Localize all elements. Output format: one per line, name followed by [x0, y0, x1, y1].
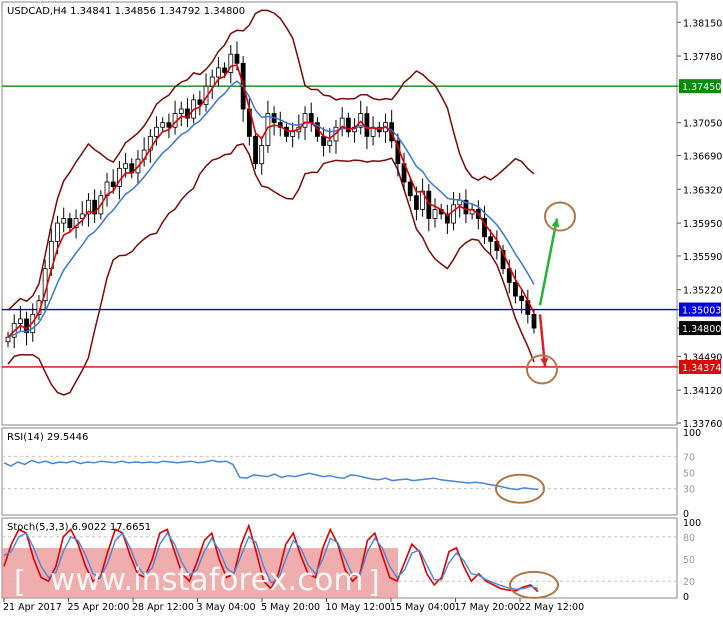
candle-body [234, 53, 240, 64]
x-tick-label: 17 May 20:00 [455, 602, 520, 613]
y-tick-label: 1.35220 [683, 286, 722, 297]
candle-body [407, 181, 413, 197]
candle-body [308, 113, 314, 124]
y-tick-label: 1.35590 [683, 252, 722, 263]
stoch-tick-label: 20 [683, 577, 695, 588]
rsi-tick-label: 100 [683, 428, 701, 439]
candle-body [166, 122, 172, 128]
candle-body [259, 145, 265, 165]
stoch-title: Stoch(5,3,3) 6.9022 17.6651 [7, 522, 151, 533]
candle-body [488, 236, 494, 242]
candle-body [67, 218, 73, 229]
candle-body [5, 336, 11, 343]
rsi-title: RSI(14) 29.5446 [7, 432, 88, 443]
chart-canvas: 1.38150 1.37780 1.37450 1.37050 1.36690 1.363… [1, 1, 722, 613]
candle-body [154, 126, 159, 137]
x-tick-label: 21 Apr 2017 [3, 602, 62, 613]
price-tag-label: 1.34800 [682, 324, 721, 335]
candle-body [253, 135, 258, 165]
x-tick-label: 10 May 12:00 [326, 602, 391, 613]
candle-body [290, 131, 296, 137]
rsi-tick-label: 50 [683, 469, 695, 480]
candle-body [209, 76, 215, 87]
stoch-tick-label: 50 [683, 555, 695, 566]
candle-body [61, 218, 67, 224]
candle-body [17, 318, 23, 324]
candle-body [451, 204, 456, 224]
price-tag-label: 1.34374 [682, 363, 721, 374]
stoch-tick-label: 100 [683, 518, 701, 529]
x-tick-label: 3 May 04:00 [197, 602, 256, 613]
candle-body [123, 163, 128, 169]
price-tag-label: 1.37450 [682, 82, 721, 93]
stoch-tick-label: 80 [683, 533, 695, 544]
candle-body [327, 140, 333, 146]
candle-body [414, 195, 419, 210]
y-tick-label: 1.35950 [683, 219, 722, 230]
candle-body [513, 282, 518, 297]
candle-body [302, 113, 308, 128]
x-tick-label: 15 May 04:00 [390, 602, 455, 613]
rsi-panel-frame [1, 427, 678, 516]
x-tick-label: 22 May 12:00 [519, 602, 584, 613]
y-tick-label: 1.36320 [683, 185, 722, 196]
watermark-brackets-close: ] [368, 565, 380, 600]
candle-body [519, 295, 525, 302]
x-tick-label: 25 Apr 20:00 [68, 602, 130, 613]
candle-body [531, 313, 537, 329]
watermark-brackets: [ [14, 565, 26, 600]
y-tick-label: 1.34120 [683, 386, 722, 397]
price-tag-label: 1.35003 [682, 306, 721, 317]
watermark-text: www.instaforex.com [50, 562, 364, 598]
main-panel-frame [1, 1, 678, 426]
y-tick-label: 1.37050 [683, 119, 722, 130]
stoch-tick-label: 0 [683, 592, 689, 603]
candle-body [222, 67, 227, 73]
candle-body [321, 135, 327, 146]
x-tick-label: 5 May 20:00 [261, 602, 320, 613]
y-tick-label: 1.38150 [683, 18, 722, 29]
candle-body [432, 208, 438, 219]
candle-body [284, 126, 289, 137]
symbol-header: USDCAD,H4 1.34841 1.34856 1.34792 1.3480… [7, 6, 245, 17]
rsi-tick-label: 70 [683, 452, 695, 463]
candle-body [110, 181, 116, 187]
candle-body [55, 222, 60, 242]
candle-body [364, 113, 370, 137]
candle-body [215, 67, 221, 78]
y-tick-label: 1.37780 [683, 52, 722, 63]
candle-body [160, 122, 166, 128]
rsi-tick-label: 30 [683, 485, 695, 496]
x-tick-label: 28 Apr 12:00 [132, 602, 194, 613]
candle-body [178, 108, 184, 114]
y-tick-label: 1.36690 [683, 152, 722, 163]
